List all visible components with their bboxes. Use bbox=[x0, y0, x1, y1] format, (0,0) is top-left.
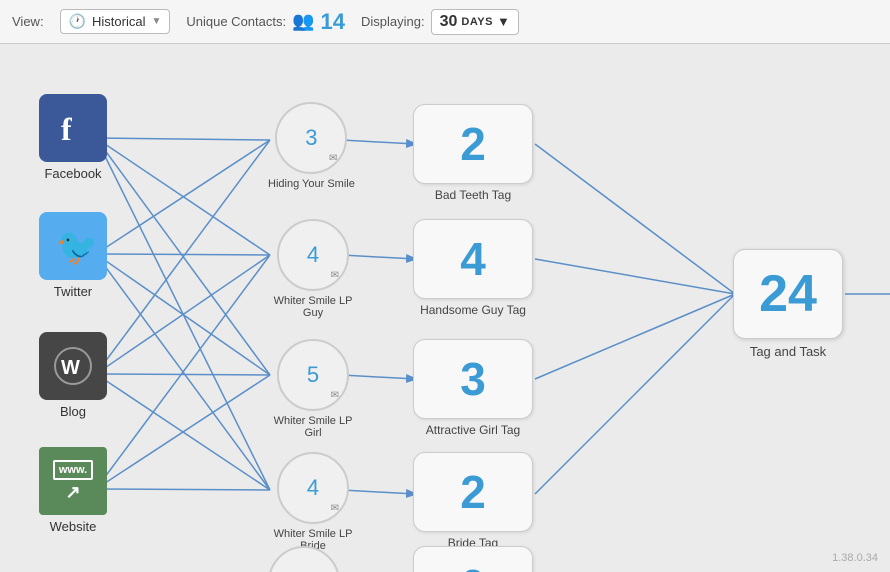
unique-contacts-section: Unique Contacts: 👥 14 bbox=[186, 9, 345, 35]
days-arrow: ▼ bbox=[497, 14, 510, 29]
tag-bride[interactable]: 2 Bride Tag bbox=[413, 452, 533, 550]
displaying-section: Displaying: 30 DAYS ▼ bbox=[361, 9, 519, 35]
svg-text:🐦: 🐦 bbox=[56, 226, 94, 267]
funnel-label-whiter-guy: Whiter Smile LP Guy bbox=[268, 295, 358, 319]
funnel-whiter-bride[interactable]: 4 ✉ Whiter Smile LP Bride bbox=[268, 452, 358, 552]
tag-label-attractive-girl: Attractive Girl Tag bbox=[426, 423, 520, 437]
contacts-icon: 👥 bbox=[292, 11, 314, 32]
funnel-email-icon-3: ✉ bbox=[331, 390, 339, 401]
twitter-label: Twitter bbox=[54, 284, 92, 299]
tag-count-handsome-guy: 4 bbox=[460, 232, 486, 286]
tag-count-bad-teeth: 2 bbox=[460, 117, 486, 171]
source-twitter[interactable]: 🐦 Twitter bbox=[28, 212, 118, 299]
funnel-whiter-girl[interactable]: 5 ✉ Whiter Smile LP Girl bbox=[268, 339, 358, 439]
twitter-icon: 🐦 bbox=[39, 212, 107, 280]
tag-label-handsome-guy: Handsome Guy Tag bbox=[420, 303, 526, 317]
days-select[interactable]: 30 DAYS ▼ bbox=[431, 9, 519, 35]
final-label: Tag and Task bbox=[750, 344, 826, 359]
final-box: 24 bbox=[733, 249, 843, 339]
funnel-label-whiter-girl: Whiter Smile LP Girl bbox=[268, 415, 358, 439]
unique-contacts-count: 14 bbox=[321, 9, 345, 35]
days-unit: DAYS bbox=[461, 16, 493, 28]
facebook-label: Facebook bbox=[44, 166, 101, 181]
funnel-count-whiter-guy: 4 bbox=[307, 242, 319, 268]
final-count: 24 bbox=[759, 264, 817, 324]
funnel-email-icon-4: ✉ bbox=[331, 503, 339, 514]
toolbar: View: 🕐 Historical ▼ Unique Contacts: 👥 … bbox=[0, 0, 890, 44]
tag-box-last: 0 bbox=[413, 546, 533, 572]
view-select-arrow: ▼ bbox=[151, 16, 161, 27]
funnel-email-icon: ✉ bbox=[329, 153, 337, 164]
blog-icon: W bbox=[39, 332, 107, 400]
unique-contacts-label: Unique Contacts: bbox=[186, 14, 286, 29]
funnel-whiter-guy[interactable]: 4 ✉ Whiter Smile LP Guy bbox=[268, 219, 358, 319]
tag-count-attractive-girl: 3 bbox=[460, 352, 486, 406]
funnel-count-hiding-smile: 3 bbox=[305, 125, 317, 151]
tag-last[interactable]: 0 bbox=[413, 546, 533, 572]
blog-label: Blog bbox=[60, 404, 86, 419]
days-count: 30 bbox=[440, 13, 458, 31]
source-facebook[interactable]: f Facebook bbox=[28, 94, 118, 181]
source-website[interactable]: www. ↗ Website bbox=[28, 447, 118, 534]
website-label: Website bbox=[50, 519, 97, 534]
displaying-label: Displaying: bbox=[361, 14, 425, 29]
tag-box-bad-teeth: 2 bbox=[413, 104, 533, 184]
tag-count-bride: 2 bbox=[460, 465, 486, 519]
tag-handsome-guy[interactable]: 4 Handsome Guy Tag bbox=[413, 219, 533, 317]
funnel-hiding-smile[interactable]: 3 ✉ Hiding Your Smile bbox=[268, 102, 355, 190]
funnel-count-whiter-girl: 5 bbox=[307, 362, 319, 388]
funnel-circle-last: 0 bbox=[268, 546, 340, 572]
funnel-circle-whiter-girl: 5 ✉ bbox=[277, 339, 349, 411]
tag-label-bad-teeth: Bad Teeth Tag bbox=[435, 188, 511, 202]
canvas: f Facebook 🐦 Twitter W Blog www. ↗ Websi… bbox=[0, 44, 890, 572]
funnel-circle-whiter-bride: 4 ✉ bbox=[277, 452, 349, 524]
tag-box-bride: 2 bbox=[413, 452, 533, 532]
svg-text:W: W bbox=[61, 357, 80, 379]
tag-attractive-girl[interactable]: 3 Attractive Girl Tag bbox=[413, 339, 533, 437]
funnel-label-hiding-smile: Hiding Your Smile bbox=[268, 178, 355, 190]
funnel-email-icon-2: ✉ bbox=[331, 270, 339, 281]
funnel-circle-whiter-guy: 4 ✉ bbox=[277, 219, 349, 291]
version-label: 1.38.0.34 bbox=[832, 552, 878, 564]
tag-box-attractive-girl: 3 bbox=[413, 339, 533, 419]
funnel-circle-hiding-smile: 3 ✉ bbox=[275, 102, 347, 174]
funnel-last[interactable]: 0 bbox=[268, 546, 340, 572]
svg-text:f: f bbox=[61, 111, 72, 147]
tag-box-handsome-guy: 4 bbox=[413, 219, 533, 299]
view-select[interactable]: 🕐 Historical ▼ bbox=[60, 9, 171, 34]
history-icon: 🕐 bbox=[69, 13, 86, 30]
funnel-count-whiter-bride: 4 bbox=[307, 475, 319, 501]
source-blog[interactable]: W Blog bbox=[28, 332, 118, 419]
facebook-icon: f bbox=[39, 94, 107, 162]
website-icon: www. ↗ bbox=[39, 447, 107, 515]
tag-bad-teeth[interactable]: 2 Bad Teeth Tag bbox=[413, 104, 533, 202]
view-select-value: Historical bbox=[92, 14, 145, 29]
tag-count-last: 0 bbox=[460, 559, 486, 572]
view-label: View: bbox=[12, 14, 44, 29]
final-node[interactable]: 24 Tag and Task bbox=[733, 249, 843, 359]
